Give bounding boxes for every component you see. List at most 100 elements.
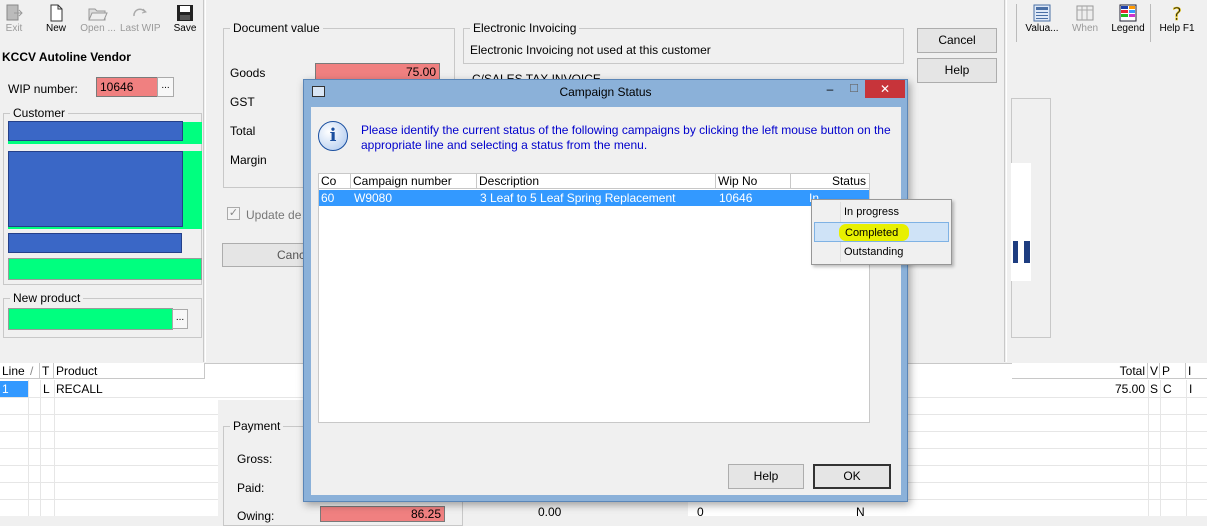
status-context-menu: In progress Completed Outstanding [811,199,952,265]
dialog-ok-button[interactable]: OK [813,464,891,489]
grid-row-product[interactable]: RECALL [56,381,103,397]
campaign-grid[interactable] [318,173,870,423]
grid-column-separator [1148,380,1149,516]
close-button[interactable]: ✕ [865,80,905,98]
grid-row-line-selected[interactable]: 1 [0,381,28,397]
new-product-input[interactable] [8,308,173,330]
goods-label: Goods [230,66,266,80]
exit-button[interactable]: Exit [0,2,34,42]
grid-header-left: Line / T Product [0,363,205,379]
new-product-browse-button[interactable]: ... [172,309,188,329]
new-document-icon [46,4,66,22]
help-button[interactable]: Help [917,58,997,83]
customer-field-3[interactable] [8,233,182,253]
header-total[interactable]: Total [1012,363,1148,379]
grid-row-t[interactable]: L [43,381,50,397]
when-button-label: When [1071,23,1099,34]
info-icon: i [318,121,348,151]
row-co: 60 [321,191,335,205]
grid-row-i[interactable]: I [1189,381,1192,397]
grid-column-separator [40,380,41,516]
last-wip-button[interactable]: Last WIP [120,2,161,42]
vendor-title: KCCV Autoline Vendor [2,50,131,64]
gst-label: GST [230,95,255,109]
col-status[interactable]: Status [791,174,869,189]
menu-item-in-progress[interactable]: In progress [814,202,949,222]
electronic-invoicing-text: Electronic Invoicing not used at this cu… [470,43,711,57]
preview-logo-fragment [1024,241,1030,263]
new-button[interactable]: New [36,2,76,42]
left-panel-divider [203,0,206,362]
maximize-button[interactable]: ☐ [844,81,864,99]
col-campaign-number[interactable]: Campaign number [351,174,477,189]
valuation-button[interactable]: Valua... [1022,2,1062,42]
calendar-icon [1075,4,1095,22]
row-campaign: W9080 [354,191,393,205]
dialog-help-button[interactable]: Help [728,464,804,489]
header-p[interactable]: P [1160,363,1186,379]
minimize-button[interactable]: – [820,81,840,99]
owing-value: 86.25 [320,506,445,522]
owing-label: Owing: [237,509,275,523]
menu-item-completed-label: Completed [845,227,899,239]
customer-field-1[interactable] [8,121,183,141]
customer-address-field[interactable] [8,151,183,227]
paid-label: Paid: [237,481,265,495]
calculator-icon [1032,4,1052,22]
header-product[interactable]: Product [54,363,205,379]
grid-column-separator [54,380,55,516]
cancel-button[interactable]: Cancel [917,28,997,53]
help-f1-button[interactable]: ? Help F1 [1157,2,1197,42]
grid-column-separator [28,380,29,516]
right-panel-divider [1004,0,1007,362]
header-i[interactable]: I [1186,363,1207,379]
new-product-legend: New product [10,291,84,305]
gross-label: Gross: [237,452,273,466]
open-button-label: Open ... [80,23,116,34]
preview-white-area [1011,163,1031,281]
help-f1-button-label: Help F1 [1159,23,1195,34]
campaign-row-selected[interactable]: 60 W9080 3 Leaf to 5 Leaf Spring Replace… [319,190,869,221]
col-wip-no[interactable]: Wip No [716,174,791,189]
col-co[interactable]: Co [319,174,351,189]
payment-col-c: N [856,505,865,519]
grid-row-v[interactable]: S [1150,381,1158,397]
col-description[interactable]: Description [477,174,716,189]
customer-field-4[interactable] [8,258,202,280]
question-icon: ? [1167,4,1187,26]
save-button[interactable]: Save [165,2,205,42]
open-button[interactable]: Open ... [78,2,118,42]
toolbar-separator [1016,4,1017,42]
electronic-invoicing-legend: Electronic Invoicing [470,21,580,35]
legend-button[interactable]: Legend [1108,2,1148,42]
legend-button-label: Legend [1111,23,1145,34]
dialog-message: Please identify the current status of th… [361,123,891,152]
svg-text:?: ? [1172,4,1182,22]
when-button[interactable]: When [1065,2,1105,42]
left-cancel-button[interactable]: Canc [222,243,312,267]
grid-row-total[interactable]: 75.00 [1100,381,1145,397]
wip-browse-button[interactable]: ... [157,77,174,97]
header-sort: / [28,363,40,379]
header-line[interactable]: Line [0,363,28,379]
header-t[interactable]: T [40,363,54,379]
redo-arrow-icon [130,4,150,22]
open-folder-icon [88,4,108,22]
save-button-label: Save [173,23,197,34]
campaign-status-dialog: Campaign Status – ☐ ✕ i Please identify … [303,79,908,502]
payment-col-a: 0.00 [538,505,562,519]
menu-item-outstanding[interactable]: Outstanding [814,242,949,262]
document-value-legend: Document value [230,21,323,35]
customer-legend: Customer [10,106,69,120]
update-checkbox[interactable]: ✓ [227,207,240,220]
menu-item-completed[interactable]: Completed [814,222,949,242]
campaign-grid-header: Co Campaign number Description Wip No St… [319,174,869,189]
wip-number-input[interactable]: 10646 [96,77,158,97]
payment-col-b: 0 [697,505,704,519]
grid-column-separator [1186,380,1187,516]
header-v[interactable]: V [1148,363,1160,379]
grid-row-p[interactable]: C [1163,381,1172,397]
legend-icon [1118,4,1138,22]
dialog-title: Campaign Status [559,85,652,99]
grid-header-right: Total V P I [1012,363,1207,379]
